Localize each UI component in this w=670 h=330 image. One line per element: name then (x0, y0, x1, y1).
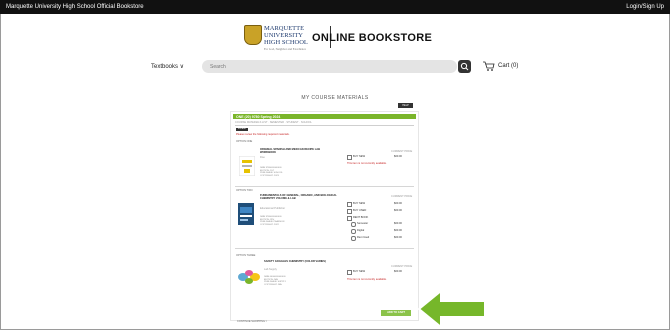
option-label: RENT BOOK (353, 216, 369, 219)
term-header: ONE (20) 9780 Spring 2024 (233, 114, 416, 119)
digital-radio[interactable] (351, 229, 356, 234)
option-price: $00.00 (394, 209, 402, 212)
divider (235, 125, 414, 126)
course-materials-panel: ONE (20) 9780 Spring 2024 COURSE MATERIA… (230, 111, 419, 321)
search-input[interactable]: Search (202, 60, 457, 73)
section-label: OPTION THREE (236, 254, 256, 257)
search-button[interactable] (458, 60, 471, 73)
option-price: $00.00 (394, 236, 402, 239)
divider (235, 248, 414, 249)
buy-new-checkbox[interactable] (347, 202, 352, 207)
option-price: $00.00 (394, 155, 402, 158)
option-price: $00.00 (394, 229, 402, 232)
buy-used-checkbox[interactable] (347, 209, 352, 214)
search-placeholder: Search (210, 63, 226, 70)
price-header: CURRENT PRICE (391, 150, 413, 153)
divider (235, 186, 414, 187)
product-author: Doe (260, 156, 265, 159)
product-meta: ISBN 9780000000000 EDITION: 1ST PUBLISHE… (260, 167, 283, 178)
cart-link[interactable]: Cart (0) (482, 61, 518, 74)
option-label: Rent Used (357, 236, 370, 239)
option-label: BUY NEW (353, 270, 366, 273)
rent-book-checkbox[interactable] (347, 216, 352, 221)
expand-badge[interactable]: EXPAND (236, 128, 248, 131)
unavailable-text: This item is not currently available. (347, 162, 387, 165)
option-label: BUY NEW (353, 155, 366, 158)
product-title[interactable]: FUNDAMENTALS OF GENERAL, ORGANIC, AND BI… (260, 194, 340, 200)
goggles-image[interactable] (237, 269, 261, 285)
option-label: BUY USED (353, 209, 367, 212)
textbooks-dropdown[interactable]: Textbooks ∨ (151, 63, 184, 70)
product-author: Lab Supply (264, 268, 277, 271)
alert-text: Please review the following required mat… (236, 133, 290, 136)
section-label: OPTION ONE (236, 140, 253, 143)
book-cover-image[interactable] (239, 156, 255, 176)
product-author: Educational Publisher (260, 207, 286, 210)
green-arrow-icon (417, 290, 486, 328)
option-label: Digital (357, 229, 365, 232)
top-bar: Marquette University High School Officia… (0, 0, 670, 14)
product-title[interactable]: SAFETY GOGGLES CHEMISTRY (COLOR VARIES) (264, 260, 334, 263)
product-meta: ISBN 0000000000000 EDITION: N/A PUBLISHE… (264, 276, 287, 287)
option-label: BUY NEW (353, 202, 366, 205)
cart-label: Cart (0) (498, 63, 519, 69)
price-header: CURRENT PRICE (391, 195, 413, 198)
book-cover-image[interactable] (238, 203, 254, 225)
unavailable-text: This item is not currently available. (347, 278, 387, 281)
section-label: OPTION TWO (236, 189, 253, 192)
page-title: MY COURSE MATERIALS (301, 95, 369, 101)
buy-new-checkbox[interactable] (347, 155, 352, 160)
rent-used-radio[interactable] (351, 236, 356, 241)
help-button[interactable]: HELP (398, 103, 413, 108)
option-price: $00.00 (394, 202, 402, 205)
option-price: $00.00 (394, 222, 402, 225)
login-link[interactable]: Login/Sign Up (626, 4, 664, 10)
rent-semester-radio[interactable] (351, 222, 356, 227)
price-header: CURRENT PRICE (391, 265, 413, 268)
store-name: Marquette University High School Officia… (6, 4, 144, 10)
continue-shopping-link[interactable]: CONTINUE SHOPPING > (237, 320, 267, 323)
buy-new-checkbox[interactable] (347, 270, 352, 275)
add-to-cart-button[interactable]: ADD TO CART (381, 310, 411, 316)
course-line: COURSE MATERIALS LIST · SEMESTER · STUDE… (235, 121, 312, 124)
option-label: Semester (357, 222, 369, 225)
product-title[interactable]: ORIGINAL SPANISH AND MEXICAN RECIPE LAB … (260, 148, 330, 154)
brand-title: ONLINE BOOKSTORE (312, 32, 433, 44)
product-meta: ISBN 9780000000000 EDITION: 9TH PUBLISHE… (260, 216, 285, 227)
search-icon (460, 62, 469, 71)
crest-icon (244, 25, 262, 45)
cart-icon (483, 61, 495, 71)
option-price: $00.00 (394, 270, 402, 273)
